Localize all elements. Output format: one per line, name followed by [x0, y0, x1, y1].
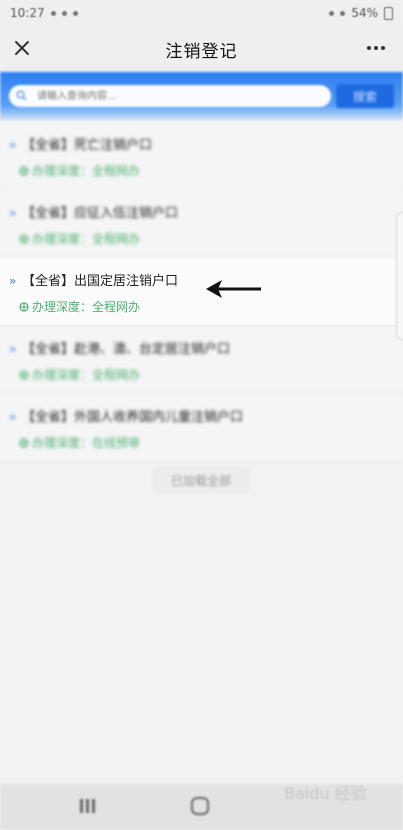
watermark-logo: Baidu 经验 [284, 784, 367, 803]
battery-percent: 54% [351, 6, 378, 20]
chevron-right-icon: » [9, 342, 17, 356]
recent-bar [86, 799, 89, 813]
globe-icon [19, 301, 29, 312]
item-depth-label: 办理深度：在线预审 [32, 436, 141, 450]
item-depth-label: 办理深度：全程网办 [32, 164, 141, 178]
item-depth: 办理深度：全程网办 [19, 298, 140, 315]
globe-icon [19, 165, 29, 176]
status-bar: 10:27 54% [0, 0, 403, 26]
loaded-all-label: 已加载全部 [152, 467, 250, 493]
globe-icon [19, 233, 29, 244]
item-depth: 办理深度：全程网办 [19, 162, 140, 179]
list-item[interactable]: » 【全省】死亡注销户口 办理深度：全程网办 [0, 122, 403, 190]
side-scroll-handle[interactable] [396, 212, 403, 340]
more-dot [381, 46, 385, 50]
search-button[interactable]: 搜索 [336, 84, 394, 108]
item-depth: 办理深度：在线预审 [19, 434, 140, 451]
chevron-right-icon: » [9, 274, 17, 288]
item-depth-label: 办理深度：全程网办 [32, 368, 141, 382]
item-title: 【全省】应征入伍注销户口 [22, 206, 179, 221]
notification-icon [61, 10, 67, 16]
more-dot [367, 46, 371, 50]
item-depth: 办理深度：全程网办 [19, 366, 140, 383]
item-title: 【全省】死亡注销户口 [22, 138, 153, 153]
service-list: » 【全省】死亡注销户口 办理深度：全程网办 » 【全省】应征入伍注销户口 办理… [0, 122, 403, 462]
item-title: 【全省】出国定居注销户口 [22, 274, 179, 289]
chevron-right-icon: » [9, 138, 17, 152]
item-depth: 办理深度：全程网办 [19, 230, 140, 247]
globe-icon [19, 369, 29, 380]
annotation-arrow-icon [206, 280, 261, 298]
search-icon [16, 90, 27, 101]
recent-apps-button[interactable] [80, 799, 98, 813]
more-menu-button[interactable] [363, 37, 389, 59]
search-input[interactable] [9, 85, 331, 107]
chevron-right-icon: » [9, 206, 17, 220]
status-time: 10:27 [10, 6, 45, 20]
item-title: 【全省】赴港、澳、台定居注销户口 [22, 342, 231, 357]
wifi-icon [329, 10, 335, 16]
page-title: 注销登记 [165, 41, 238, 62]
item-depth-label: 办理深度：全程网办 [32, 232, 141, 246]
list-item[interactable]: » 【全省】出国定居注销户口 办理深度：全程网办 [0, 258, 403, 326]
close-icon [15, 41, 29, 55]
battery-icon [384, 6, 393, 20]
notification-icon [50, 10, 56, 16]
item-depth-label: 办理深度：全程网办 [32, 300, 141, 314]
item-title: 【全省】外国人收养国内儿童注销户口 [22, 410, 244, 425]
signal-icon [340, 10, 346, 16]
title-bar: 注销登记 [0, 26, 403, 72]
list-item[interactable]: » 【全省】应征入伍注销户口 办理深度：全程网办 [0, 190, 403, 258]
notification-icon [72, 10, 78, 16]
list-item[interactable]: » 【全省】外国人收养国内儿童注销户口 办理深度：在线预审 [0, 394, 403, 462]
close-button[interactable] [10, 36, 34, 60]
home-button[interactable] [191, 797, 209, 815]
recent-bar [92, 799, 95, 813]
recent-bar [80, 799, 83, 813]
globe-icon [19, 437, 29, 448]
chevron-right-icon: » [9, 410, 17, 424]
more-dot [374, 46, 378, 50]
list-item[interactable]: » 【全省】赴港、澳、台定居注销户口 办理深度：全程网办 [0, 326, 403, 394]
